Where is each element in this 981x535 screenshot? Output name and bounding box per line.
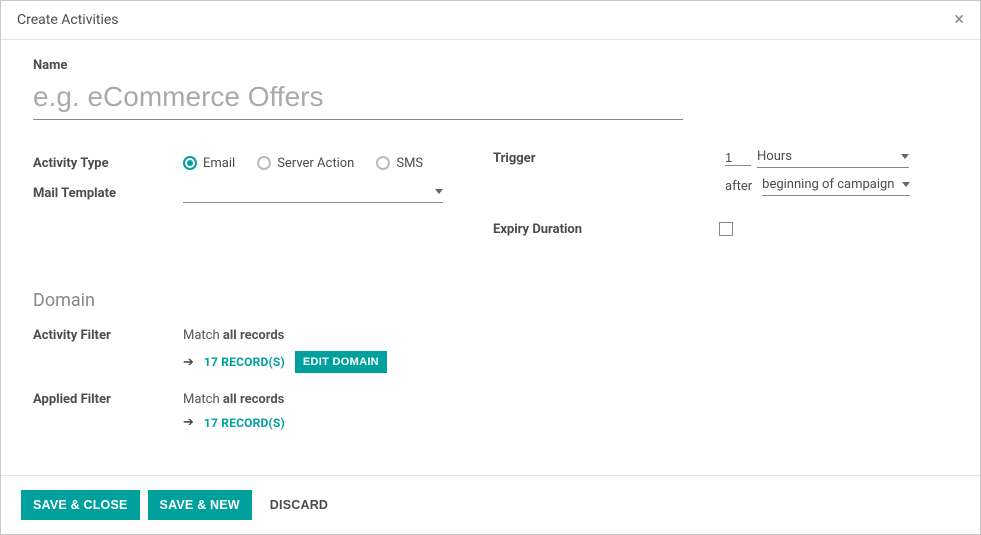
arrow-right-icon: ➔ — [183, 355, 194, 370]
mail-template-select[interactable] — [183, 183, 443, 203]
radio-dot-icon — [376, 156, 390, 170]
create-activities-modal: Create Activities × Name Activity Type E… — [0, 0, 981, 535]
save-new-button[interactable]: SAVE & NEW — [148, 490, 252, 520]
name-label: Name — [33, 58, 960, 73]
domain-heading: Domain — [33, 290, 960, 311]
trigger-number-input[interactable] — [725, 150, 751, 166]
chevron-down-icon — [901, 154, 909, 159]
chevron-down-icon — [902, 182, 910, 187]
name-input[interactable] — [33, 79, 683, 120]
trigger-unit-select[interactable]: Hours — [757, 148, 909, 168]
activity-type-row: Activity Type Email Server Action SMS — [33, 148, 493, 178]
radio-dot-icon — [183, 156, 197, 170]
arrow-right-icon: ➔ — [183, 415, 194, 430]
trigger-event-value: beginning of campaign — [762, 177, 894, 192]
discard-button[interactable]: DISCARD — [260, 490, 338, 520]
mail-template-row: Mail Template — [33, 178, 493, 208]
applied-filter-actions: ➔ 17 RECORD(S) — [183, 415, 960, 430]
modal-title: Create Activities — [17, 12, 119, 28]
radio-sms[interactable]: SMS — [376, 156, 423, 171]
radio-dot-icon — [257, 156, 271, 170]
expiry-checkbox[interactable] — [719, 222, 733, 236]
radio-server-action-label: Server Action — [277, 156, 354, 171]
name-field-group: Name — [33, 58, 960, 120]
close-icon[interactable]: × — [954, 11, 964, 29]
column-right: Trigger Hours after beginning of campaig… — [493, 148, 960, 244]
activity-filter-label: Activity Filter — [33, 328, 183, 343]
form-columns: Activity Type Email Server Action SMS — [33, 148, 960, 244]
mail-template-label: Mail Template — [33, 186, 183, 201]
radio-email[interactable]: Email — [183, 156, 235, 171]
activity-type-label: Activity Type — [33, 156, 183, 171]
trigger-after-text: after — [725, 179, 752, 194]
save-close-button[interactable]: SAVE & CLOSE — [21, 490, 140, 520]
modal-header: Create Activities × — [1, 1, 980, 40]
chevron-down-icon — [435, 189, 443, 194]
applied-filter-label: Applied Filter — [33, 392, 183, 407]
trigger-event-row: after beginning of campaign — [493, 176, 960, 196]
applied-filter-row: Applied Filter Match all records — [33, 385, 960, 413]
modal-footer: SAVE & CLOSE SAVE & NEW DISCARD — [1, 475, 980, 534]
expiry-row: Expiry Duration — [493, 214, 960, 244]
activity-filter-actions: ➔ 17 RECORD(S) EDIT DOMAIN — [183, 351, 960, 373]
radio-server-action[interactable]: Server Action — [257, 156, 354, 171]
expiry-label: Expiry Duration — [493, 222, 719, 237]
trigger-row: Trigger Hours — [493, 148, 960, 168]
trigger-unit-value: Hours — [757, 149, 792, 164]
trigger-label: Trigger — [493, 151, 719, 166]
activity-type-radio-group: Email Server Action SMS — [183, 156, 423, 171]
applied-records-link[interactable]: 17 RECORD(S) — [204, 416, 285, 430]
edit-domain-button[interactable]: EDIT DOMAIN — [295, 351, 387, 373]
activity-filter-row: Activity Filter Match all records — [33, 321, 960, 349]
radio-sms-label: SMS — [396, 156, 423, 171]
modal-body: Name Activity Type Email Server Action — [1, 40, 980, 475]
radio-email-label: Email — [203, 156, 235, 171]
applied-filter-match: Match all records — [183, 392, 284, 407]
activity-records-link[interactable]: 17 RECORD(S) — [204, 355, 285, 369]
column-left: Activity Type Email Server Action SMS — [33, 148, 493, 244]
activity-filter-match: Match all records — [183, 328, 284, 343]
trigger-event-select[interactable]: beginning of campaign — [762, 176, 910, 196]
